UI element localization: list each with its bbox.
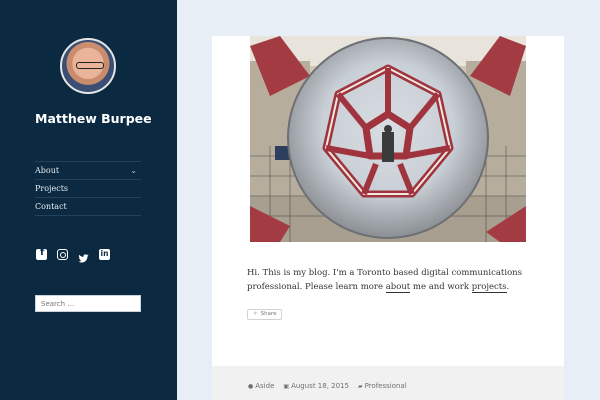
aside-icon: ● xyxy=(248,382,254,390)
nav-item-label: Projects xyxy=(35,184,69,193)
chevron-down-icon[interactable]: ⌄ xyxy=(130,162,137,179)
linkedin-icon[interactable] xyxy=(99,249,110,260)
search-input[interactable] xyxy=(35,295,141,312)
site-title[interactable]: Matthew Burpee xyxy=(35,111,152,126)
category-link[interactable]: ▰ Professional xyxy=(358,382,407,390)
avatar[interactable] xyxy=(60,38,116,94)
projects-link[interactable]: projects xyxy=(471,282,507,293)
twitter-icon[interactable] xyxy=(78,249,89,263)
social-links xyxy=(36,247,110,263)
nav-item-label: Contact xyxy=(35,202,67,211)
sculpture-photo xyxy=(250,36,526,242)
folder-icon: ▰ xyxy=(357,382,363,390)
nav-item-label: About xyxy=(35,166,60,175)
post-meta: ● Aside ▣ August 18, 2015 ▰ Professional xyxy=(248,382,407,390)
sidebar: Matthew Burpee About ⌄ Projects Contact xyxy=(0,0,177,400)
share-icon: ✧ xyxy=(253,311,258,317)
post-footer: ● Aside ▣ August 18, 2015 ▰ Professional xyxy=(212,366,564,400)
post-image[interactable] xyxy=(250,36,526,242)
nav-item-about[interactable]: About ⌄ xyxy=(35,162,141,180)
nav-item-projects[interactable]: Projects xyxy=(35,180,141,198)
post-body: Hi. This is my blog. I'm a Toronto based… xyxy=(247,268,523,293)
main-nav: About ⌄ Projects Contact xyxy=(35,161,141,216)
post-card: Hi. This is my blog. I'm a Toronto based… xyxy=(212,36,564,366)
facebook-icon[interactable] xyxy=(36,247,47,260)
calendar-icon: ▣ xyxy=(283,382,290,390)
share-button[interactable]: ✧ Share xyxy=(247,309,283,320)
about-link[interactable]: about xyxy=(385,282,411,293)
date-link[interactable]: ▣ August 18, 2015 xyxy=(283,382,349,390)
format-link[interactable]: ● Aside xyxy=(248,382,274,390)
nav-item-contact[interactable]: Contact xyxy=(35,198,141,216)
instagram-icon[interactable] xyxy=(57,249,68,260)
